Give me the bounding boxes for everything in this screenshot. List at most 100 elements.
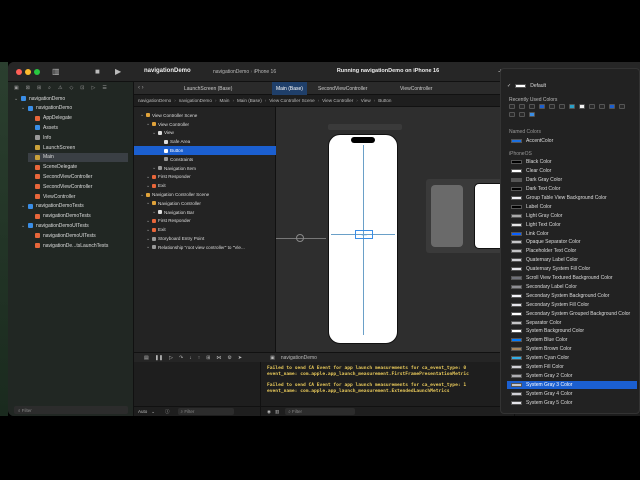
system-color-item[interactable]: Quaternary System Fill Color <box>507 265 637 274</box>
location-icon[interactable]: ➤ <box>238 355 242 361</box>
file-tree-item[interactable]: ⌄ navigationDemoTests <box>21 202 84 211</box>
file-tree-item[interactable]: SceneDelegate <box>28 163 77 172</box>
chevron-down-icon[interactable]: ⌄ <box>146 121 150 127</box>
outline-item[interactable]: ⌄ Storyboard Entry Point <box>134 234 276 243</box>
iphone-frame[interactable]: ▪ ▪ ▪ <box>328 134 398 344</box>
debug-target-label[interactable]: navigationDemo <box>281 355 317 361</box>
outline-item[interactable]: Safe Area <box>134 137 276 146</box>
file-tree-item[interactable]: ⌄ navigationDemo <box>21 104 72 113</box>
system-color-item[interactable]: Secondary Label Color <box>507 283 637 292</box>
chevron-down-icon[interactable]: ⌄ <box>146 218 150 224</box>
system-color-item[interactable]: Quaternary Label Color <box>507 256 637 265</box>
recent-color-swatch[interactable] <box>509 112 515 117</box>
breadcrumb-item[interactable]: Main (Base) <box>237 98 262 103</box>
chevron-down-icon[interactable]: ⌄ <box>146 236 150 242</box>
recent-color-swatch[interactable] <box>589 104 595 109</box>
system-color-item[interactable]: System Background Color <box>507 327 637 336</box>
view-debugger-icon[interactable]: ⊞ <box>206 355 210 361</box>
file-tree-item[interactable]: Info <box>28 133 51 142</box>
scene-thumbnail-gray[interactable] <box>431 185 463 247</box>
file-tree-item[interactable]: Main <box>28 152 128 162</box>
system-color-item[interactable]: System Gray 2 Color <box>507 372 637 381</box>
system-color-item[interactable]: Secondary System Background Color <box>507 292 637 301</box>
memory-icon[interactable]: ⋈ <box>216 355 221 361</box>
variables-scope-select[interactable]: Auto <box>138 409 147 414</box>
outline-item[interactable]: ⌄ Navigation Controller <box>134 199 276 208</box>
system-color-item[interactable]: Separator Color <box>507 318 637 327</box>
outline-item[interactable]: ⌄ Navigation Bar <box>134 208 276 217</box>
search-icon[interactable]: ⌕ <box>48 85 51 91</box>
symbol-icon[interactable]: ⊞ <box>37 85 41 91</box>
system-color-item[interactable]: Light Gray Color <box>507 211 637 220</box>
chevron-down-icon[interactable]: ⌄ <box>152 209 156 215</box>
file-tree-item[interactable]: SecondViewController <box>28 172 92 181</box>
chevron-down-icon[interactable]: ⌄ <box>146 244 150 250</box>
step-into-icon[interactable]: ↓ <box>189 355 192 361</box>
file-tree-item[interactable]: navigationDemoUITests <box>28 231 96 240</box>
chevron-down-icon[interactable]: ⌄ <box>21 203 25 209</box>
scheme-selector[interactable]: navigationDemo › iPhone 16 <box>213 69 276 75</box>
color-default-item[interactable]: ✓ Default <box>507 82 637 91</box>
chevron-down-icon[interactable]: ⌄ <box>152 165 156 171</box>
selected-button[interactable]: ▪ ▪ ▪ <box>355 230 373 239</box>
system-color-item[interactable]: Secondary System Grouped Background Colo… <box>507 309 637 318</box>
recent-color-swatch[interactable] <box>569 104 575 109</box>
chevron-down-icon[interactable]: ⌄ <box>146 183 150 189</box>
console-filter-input[interactable]: ⌕ Filter <box>285 408 356 415</box>
system-color-item[interactable]: Group Table View Background Color <box>507 194 637 203</box>
file-tree-item[interactable]: LaunchScreen <box>28 143 75 152</box>
info-icon[interactable]: ⓘ <box>165 409 170 415</box>
chevron-down-icon[interactable]: ⌄ <box>21 223 25 229</box>
chevron-down-icon[interactable]: ⌄ <box>140 112 144 118</box>
source-control-icon[interactable]: ⊠ <box>26 85 30 91</box>
system-color-item[interactable]: Dark Text Color <box>507 185 637 194</box>
file-tree-item[interactable]: navigationDe...tsLaunchTests <box>28 241 108 250</box>
navigator-filter-input[interactable]: ⌕ Filter <box>14 406 128 414</box>
hide-debug-icon[interactable]: ▤ <box>144 355 149 361</box>
tab-main-base-[interactable]: Main (Base) <box>272 82 307 95</box>
outline-item[interactable]: ⌄ View <box>134 129 276 138</box>
chevron-down-icon[interactable]: ⌄ <box>140 192 144 198</box>
system-color-item[interactable]: Opaque Separator Color <box>507 238 637 247</box>
system-color-item[interactable]: System Gray 4 Color <box>507 389 637 398</box>
named-color-item[interactable]: AccentColor <box>507 137 637 146</box>
step-over-icon[interactable]: ↷ <box>179 355 183 361</box>
recent-color-swatch[interactable] <box>529 104 535 109</box>
outline-item[interactable]: ⌄ View Controller Scene <box>134 111 276 120</box>
segue-icon[interactable] <box>296 234 304 242</box>
file-tree-item[interactable]: Assets <box>28 123 58 132</box>
outline-item[interactable]: Constraints <box>134 155 276 164</box>
run-icon[interactable]: ▶ <box>115 68 121 76</box>
system-color-item[interactable]: System Fill Color <box>507 363 637 372</box>
minimize-window-button[interactable] <box>25 69 31 75</box>
sidebar-toggle-icon[interactable]: ▥ <box>52 68 60 76</box>
pause-icon[interactable]: ❚❚ <box>155 355 163 361</box>
tab-viewcontroller[interactable]: ViewController <box>396 82 436 95</box>
variables-filter-input[interactable]: ⌕ Filter <box>177 408 234 415</box>
stop-icon[interactable]: ■ <box>95 68 100 76</box>
recent-color-swatch[interactable] <box>519 112 525 117</box>
recent-color-swatch[interactable] <box>609 104 615 109</box>
folder-icon[interactable]: ▣ <box>14 85 19 91</box>
system-color-item[interactable]: Link Color <box>507 229 637 238</box>
system-color-item[interactable]: Light Text Color <box>507 220 637 229</box>
recent-color-swatch[interactable] <box>619 104 625 109</box>
chevron-down-icon[interactable]: ⌄ <box>14 96 18 102</box>
system-color-item[interactable]: Dark Gray Color <box>507 176 637 185</box>
outline-item[interactable]: ⌄ View Controller <box>134 120 276 129</box>
console-menu-icon[interactable]: ▥ <box>275 409 279 415</box>
recent-color-swatch[interactable] <box>519 104 525 109</box>
close-window-button[interactable] <box>16 69 22 75</box>
chevron-down-icon[interactable]: ⌄ <box>146 200 150 206</box>
recent-color-swatch[interactable] <box>539 104 545 109</box>
file-tree-item[interactable]: ⌄ navigationDemo <box>14 94 65 103</box>
system-color-item[interactable]: Clear Color <box>507 167 637 176</box>
outline-item[interactable]: ⌄ First Responder <box>134 173 276 182</box>
debug-icon[interactable]: ⊡ <box>80 85 84 91</box>
outline-item[interactable]: ⌄ Navigation Controller Scene <box>134 190 276 199</box>
file-tree-item[interactable]: navigationDemoTests <box>28 212 91 221</box>
recent-color-swatch[interactable] <box>559 104 565 109</box>
system-color-item[interactable]: Placeholder Text Color <box>507 247 637 256</box>
breadcrumb-item[interactable]: Main <box>219 98 229 103</box>
file-tree-item[interactable]: SecondViewController <box>28 182 92 191</box>
